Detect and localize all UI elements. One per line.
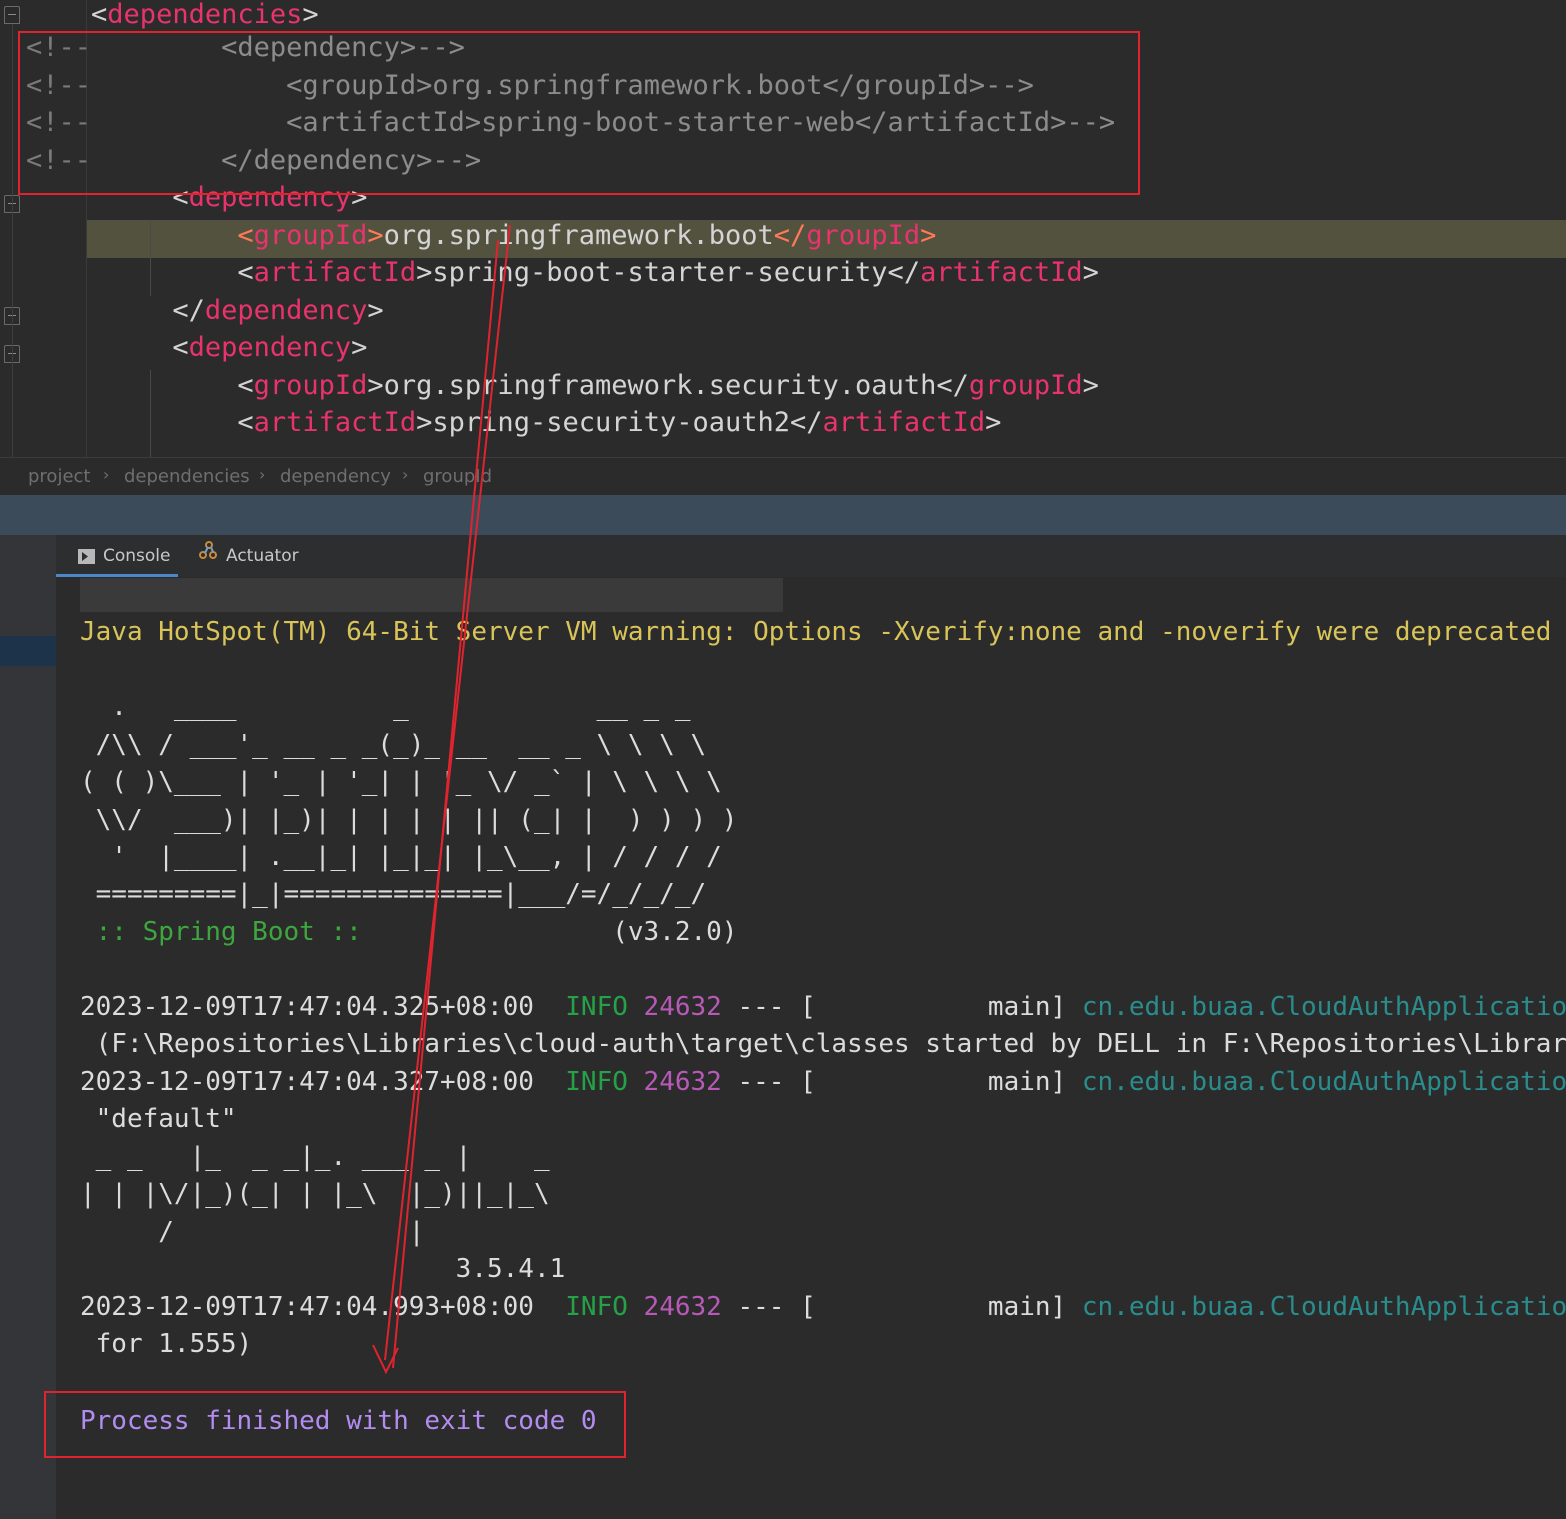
code-token: < [237, 257, 254, 288]
console-line: 2023-12-09T17:47:04.993+08:00 INFO 24632… [80, 1289, 1566, 1326]
tab-actuator-label: Actuator [226, 546, 299, 566]
console-line: /\\ / ___'_ __ _ _(_)_ __ __ _ \ \ \ \ [80, 730, 707, 760]
tool-window-sidebar [0, 535, 56, 1519]
console-token: INFO [565, 1292, 628, 1322]
tool-window-sidebar-selection[interactable] [0, 636, 56, 666]
code-token: org.springframework.boot [383, 220, 774, 251]
console-line: / | [80, 1217, 425, 1247]
console-line: 3.5.4.1 [80, 1254, 566, 1284]
console-icon [78, 548, 95, 564]
code-token: > [367, 220, 384, 251]
console-token: 24632 [643, 1292, 722, 1322]
console-token: 2023-12-09T17:47:04.327+08:00 [80, 1067, 566, 1097]
console-token: 24632 [643, 992, 722, 1022]
console-line: :: Spring Boot :: (v3.2.0) [80, 914, 738, 951]
console-line: 2023-12-09T17:47:04.327+08:00 INFO 24632… [80, 1064, 1566, 1101]
console-token: --- [ main] [721, 1067, 1082, 1097]
console-token[interactable]: cn.edu.buaa.CloudAuthApplication [1082, 992, 1566, 1022]
code-token: groupId [253, 220, 368, 251]
console-line: | | |\/|_)(_| | |_\ |_)||_|_\ [80, 1179, 550, 1209]
command-line-highlight [80, 578, 783, 612]
chevron-right-icon: › [402, 465, 409, 484]
console-line: \\/ ___)| |_)| | | | | || (_| | ) ) ) ) [80, 805, 738, 835]
breadcrumb-item-dependencies[interactable]: dependencies [124, 466, 250, 487]
breadcrumb-item-project[interactable]: project [28, 466, 90, 487]
code-token: > [351, 332, 368, 363]
console-token [628, 992, 644, 1022]
code-token: > [302, 0, 319, 30]
console-token: 2023-12-09T17:47:04.325+08:00 [80, 992, 566, 1022]
fold-icon[interactable] [4, 6, 20, 24]
chevron-right-icon: › [103, 465, 110, 484]
code-token: groupId [968, 370, 1083, 401]
breadcrumb: project › dependencies › dependency › gr… [0, 457, 1566, 496]
code-token: > [367, 295, 384, 326]
code-line: </dependency> [26, 292, 384, 329]
console-token[interactable]: cn.edu.buaa.CloudAuthApplication [1082, 1292, 1566, 1322]
console-line: 2023-12-09T17:47:04.325+08:00 INFO 24632… [80, 989, 1566, 1026]
code-token: artifactId [253, 407, 417, 438]
chevron-right-icon: › [259, 465, 266, 484]
tab-console-label: Console [103, 546, 171, 566]
breadcrumb-item-dependency[interactable]: dependency [280, 466, 391, 487]
console-token: 2023-12-09T17:47:04.993+08:00 [80, 1292, 566, 1322]
console-line: "default" [80, 1104, 237, 1134]
code-token: < [172, 332, 189, 363]
console-token: :: Spring Boot :: [80, 917, 362, 947]
code-token: artifactId [253, 257, 417, 288]
code-token: >spring-security-oauth2</ [416, 407, 823, 438]
annotation-box-commented-dependency [18, 31, 1140, 195]
tab-console[interactable]: Console [78, 535, 171, 577]
console-token [628, 1292, 644, 1322]
code-token: >spring-boot-starter-security</ [416, 257, 921, 288]
code-token: < [237, 370, 254, 401]
code-token: < [91, 0, 108, 30]
code-token: >org.springframework.security.oauth</ [367, 370, 969, 401]
code-token: > [1082, 257, 1099, 288]
code-line: <dependency> [26, 329, 367, 366]
code-token: dependency [204, 295, 368, 326]
console-token: INFO [565, 1067, 628, 1097]
console-token: 24632 [643, 1067, 722, 1097]
code-token: groupId [253, 370, 368, 401]
fold-guide [12, 24, 13, 457]
tab-actuator[interactable]: Actuator [198, 535, 299, 577]
code-line: <groupId>org.springframework.security.oa… [26, 367, 1099, 404]
code-token: artifactId [920, 257, 1083, 288]
code-token: > [920, 220, 937, 251]
code-token: > [1082, 370, 1099, 401]
code-token: < [237, 407, 254, 438]
console-output[interactable]: C:\SoftWare\Code\Java\jdk17\bin\java.exe… [56, 577, 1566, 1519]
console-token [628, 1067, 644, 1097]
console-token: (v3.2.0) [361, 917, 738, 947]
code-token: artifactId [822, 407, 986, 438]
code-token: dependencies [107, 0, 303, 30]
tool-window-tabs: Console Actuator [56, 535, 1566, 578]
console-token: INFO [565, 992, 628, 1022]
code-token: < [237, 220, 254, 251]
code-token: </ [773, 220, 807, 251]
code-line: <artifactId>spring-boot-starter-security… [26, 254, 1099, 291]
code-token: dependency [188, 332, 352, 363]
console-line: for 1.555) [80, 1329, 253, 1359]
code-token: </ [172, 295, 205, 326]
code-line: <artifactId>spring-security-oauth2</arti… [26, 404, 1001, 441]
console-line: =========|_|==============|___/=/_/_/_/ [80, 879, 707, 909]
console-line: ( ( )\___ | '_ | '_| | '_ \/ _` | \ \ \ … [80, 767, 722, 797]
console-line: Java HotSpot(TM) 64-Bit Server VM warnin… [80, 617, 1552, 647]
panel-divider[interactable] [0, 495, 1566, 535]
console-token: --- [ main] [721, 992, 1082, 1022]
actuator-icon [198, 535, 219, 577]
console-line: _ _ |_ _ _|_. ___ _ | _ [80, 1142, 550, 1172]
code-line: <groupId>org.springframework.boot</group… [26, 217, 936, 254]
console-token[interactable]: cn.edu.buaa.CloudAuthApplication [1082, 1067, 1566, 1097]
code-token: > [985, 407, 1002, 438]
annotation-box-exit-code [44, 1391, 626, 1458]
breadcrumb-item-groupid[interactable]: groupId [423, 466, 492, 487]
code-token: groupId [806, 220, 921, 251]
console-token: --- [ main] [721, 1292, 1082, 1322]
console-line: ' |____| .__|_| |_|_| |_\__, | / / / / [80, 842, 722, 872]
console-line: (F:\Repositories\Libraries\cloud-auth\ta… [80, 1029, 1566, 1059]
console-line: . ____ _ __ _ _ [80, 692, 691, 722]
